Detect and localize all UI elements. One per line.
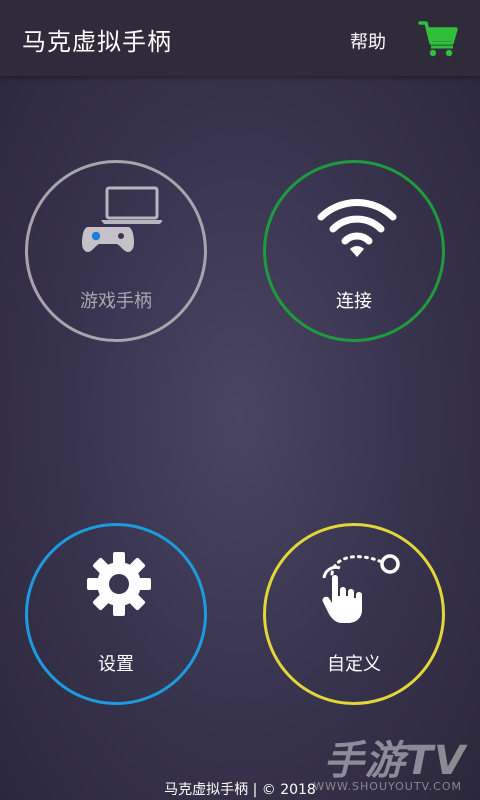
custom-button[interactable]: 自定义	[263, 523, 445, 705]
app-bar: 马克虚拟手柄 帮助	[0, 0, 480, 76]
custom-label: 自定义	[327, 654, 381, 675]
shopping-cart-icon[interactable]	[418, 18, 458, 58]
gear-icon	[87, 552, 151, 616]
touch-gesture-icon	[322, 554, 400, 623]
settings-label: 设置	[98, 654, 134, 675]
watermark-logo-text: 手游TV	[323, 738, 466, 784]
help-button[interactable]: 帮助	[350, 28, 386, 54]
gamepad-button[interactable]: 游戏手柄	[25, 160, 207, 342]
app-title: 马克虚拟手柄	[22, 28, 172, 56]
connect-label: 连接	[336, 291, 372, 312]
laptop-gamepad-icon	[82, 186, 162, 252]
connect-button[interactable]: 连接	[263, 160, 445, 342]
settings-button[interactable]: 设置	[25, 523, 207, 705]
footer-copyright: 马克虚拟手柄 | © 2018	[164, 782, 316, 798]
gamepad-label: 游戏手柄	[80, 291, 152, 312]
wifi-icon	[317, 199, 397, 257]
